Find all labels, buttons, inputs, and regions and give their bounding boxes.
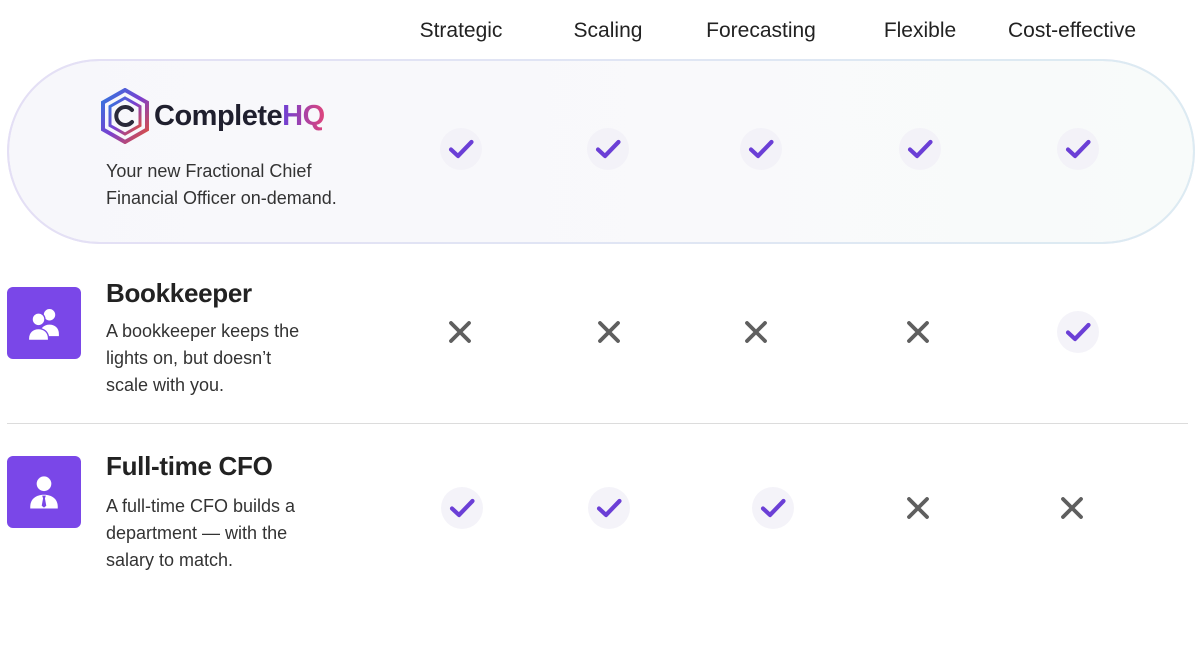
column-header-scaling: Scaling — [573, 19, 643, 42]
bookkeeper-cross-icon — [438, 310, 482, 354]
full-time-cfo-title: Full-time CFO — [106, 451, 273, 481]
full-time-cfo-cross-icon — [896, 486, 940, 530]
full-time-cfo-check-icon — [751, 486, 795, 530]
bookkeeper-description-line: lights on, but doesn’t — [106, 348, 272, 368]
column-header-forecasting: Forecasting — [706, 19, 816, 42]
completehq-logo-icon — [101, 88, 149, 144]
full-time-cfo-description: A full-time CFO builds a department — wi… — [106, 493, 295, 574]
users-icon — [27, 307, 61, 342]
bookkeeper-check-icon — [1056, 310, 1100, 354]
completehq-logo: CompleteHQ — [99, 88, 325, 144]
person-tie-icon — [30, 476, 58, 509]
completehq-description-line: Your new Fractional Chief — [106, 161, 312, 181]
completehq-wordmark: CompleteHQ — [154, 100, 325, 133]
completehq-check-icon — [739, 127, 783, 171]
completehq-check-icon — [586, 127, 630, 171]
completehq-check-icon — [439, 127, 483, 171]
completehq-check-icon — [898, 127, 942, 171]
full-time-cfo-description-line: salary to match. — [106, 550, 234, 570]
full-time-cfo-cross-icon — [1050, 486, 1094, 530]
wordmark-accent: HQ — [282, 99, 325, 132]
column-header-flexible: Flexible — [883, 19, 957, 42]
full-time-cfo-check-icon — [587, 486, 631, 530]
completehq-description-line: Financial Officer on-demand. — [106, 188, 337, 208]
bookkeeper-cross-icon — [734, 310, 778, 354]
bookkeeper-cross-icon — [587, 310, 631, 354]
bookkeeper-icon-tile — [7, 287, 81, 359]
row-divider — [7, 423, 1188, 424]
column-header-strategic: Strategic — [419, 19, 503, 42]
completehq-description: Your new Fractional Chief Financial Offi… — [106, 158, 337, 212]
column-header-cost-effective: Cost-effective — [1008, 19, 1136, 42]
bookkeeper-description-line: scale with you. — [106, 375, 225, 395]
bookkeeper-description-line: A bookkeeper keeps the — [106, 321, 300, 341]
bookkeeper-cross-icon — [896, 310, 940, 354]
bookkeeper-description: A bookkeeper keeps the lights on, but do… — [106, 318, 299, 399]
full-time-cfo-description-line: department — with the — [106, 523, 288, 543]
full-time-cfo-icon-tile — [7, 456, 81, 528]
full-time-cfo-check-icon — [440, 486, 484, 530]
full-time-cfo-description-line: A full-time CFO builds a — [106, 496, 296, 516]
completehq-check-icon — [1056, 127, 1100, 171]
bookkeeper-title: Bookkeeper — [106, 278, 252, 308]
wordmark-main: Complete — [154, 99, 283, 132]
